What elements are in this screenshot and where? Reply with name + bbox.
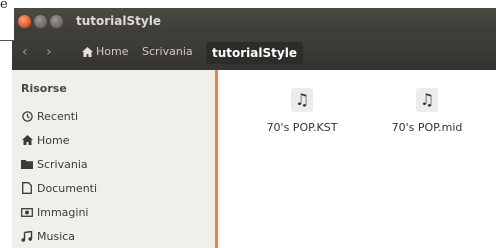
file-name: 70's POP.KST [266,121,338,134]
sidebar-item-label: Recenti [37,109,79,123]
file-item[interactable]: ♫ 70's POP.mid [372,88,482,134]
sidebar-item-scrivania[interactable]: Scrivania [21,154,88,174]
sidebar-item-label: Home [37,133,70,147]
sidebar-item-label: Documenti [37,181,98,195]
sidebar-item-immagini[interactable]: Immagini [21,202,88,222]
breadcrumb-current[interactable]: tutorialStyle [206,42,303,64]
music-icon [21,230,33,242]
music-file-icon: ♫ [416,88,438,112]
document-icon [21,182,33,194]
minimize-window-button[interactable] [34,15,47,28]
home-icon [21,134,33,146]
file-manager-window: tutorialStyle ‹ › Home Scrivania tutoria… [12,8,496,248]
desktop-folder-icon [21,158,33,170]
title-bar: tutorialStyle [12,8,496,36]
sidebar-item-musica[interactable]: Musica [21,226,75,246]
sidebar-item-documenti[interactable]: Documenti [21,178,97,198]
forward-arrow-icon[interactable]: › [46,44,52,60]
file-name: 70's POP.mid [391,121,463,134]
close-window-button[interactable] [18,15,31,28]
file-item[interactable]: ♫ 70's POP.KST [247,88,357,134]
window-title: tutorialStyle [76,14,161,28]
sidebar-divider [215,70,218,248]
sidebar: Risorse Recenti Home Scrivania Documenti [12,70,215,248]
sidebar-section-title: Risorse [21,82,67,95]
breadcrumb-home[interactable]: Home [82,45,128,58]
background-text-fragment: e [0,0,14,40]
sidebar-item-label: Scrivania [37,157,88,171]
background-rule [0,40,14,41]
camera-icon [21,206,33,218]
maximize-window-button[interactable] [50,15,63,28]
sidebar-item-recenti[interactable]: Recenti [21,106,78,126]
music-file-icon: ♫ [291,88,313,112]
sidebar-item-label: Musica [37,229,76,243]
sidebar-item-home[interactable]: Home [21,130,69,150]
clock-icon [21,110,33,122]
sidebar-item-label: Immagini [37,205,89,219]
back-arrow-icon[interactable]: ‹ [22,44,28,60]
home-icon [82,46,93,57]
breadcrumb-scrivania[interactable]: Scrivania [142,45,193,58]
toolbar: ‹ › Home Scrivania tutorialStyle [12,36,496,70]
breadcrumb-home-label: Home [96,45,129,58]
